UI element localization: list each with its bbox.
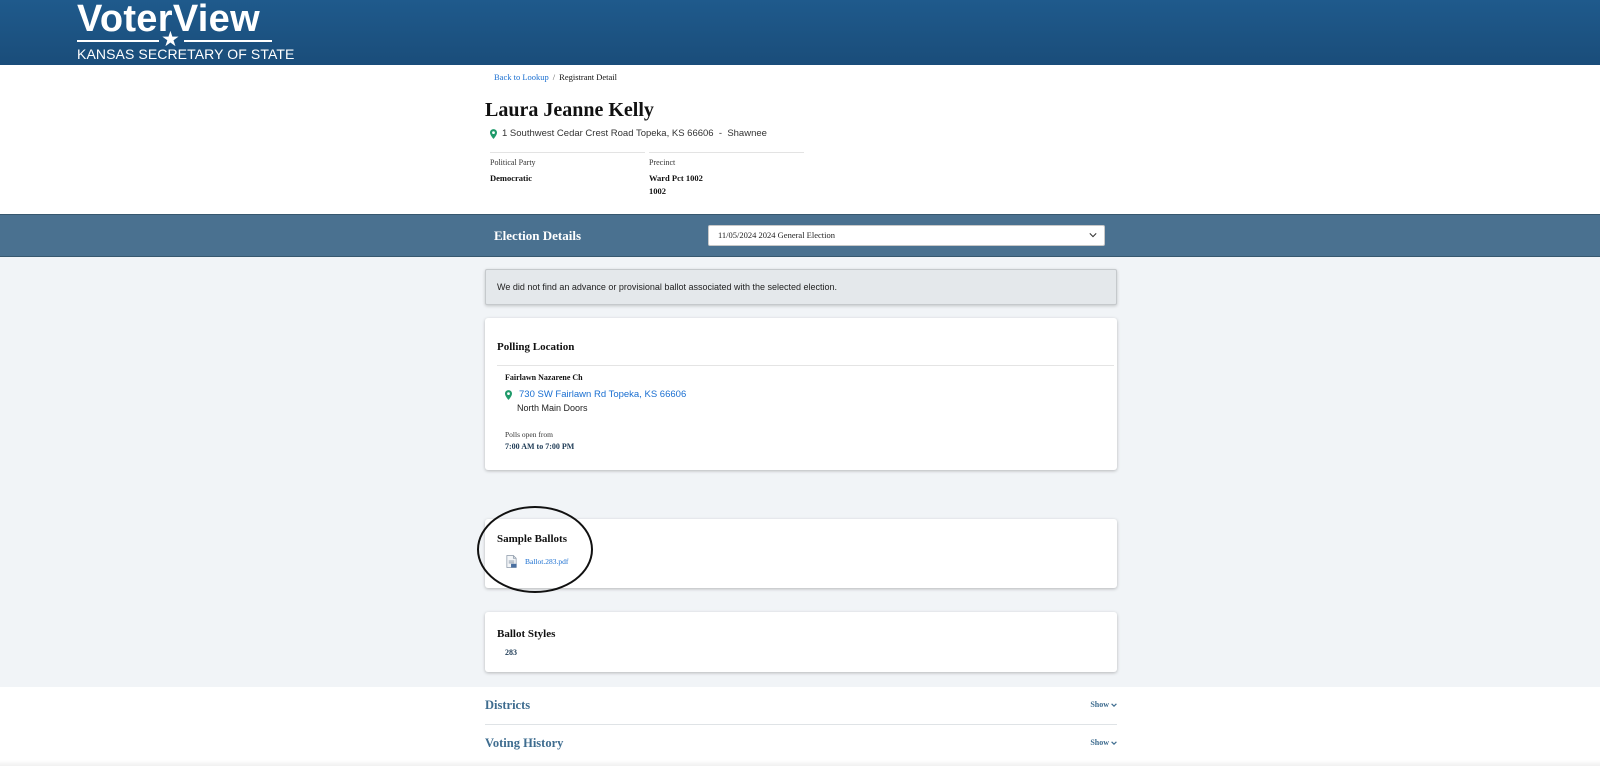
voting-history-title: Voting History bbox=[485, 736, 564, 750]
registrant-address: 1 Southwest Cedar Crest Road Topeka, KS … bbox=[490, 128, 767, 139]
election-details-bar: Election Details 11/05/2024 2024 General… bbox=[0, 214, 1600, 257]
chevron-down-icon bbox=[1111, 702, 1117, 707]
logo-subtitle: KANSAS SECRETARY OF STATE bbox=[77, 46, 295, 62]
breadcrumb-separator: / bbox=[552, 72, 556, 82]
map-pin-icon bbox=[505, 389, 512, 400]
map-pin-icon bbox=[490, 128, 497, 139]
registrant-name: Laura Jeanne Kelly bbox=[485, 99, 654, 121]
precinct-field: Precinct Ward Pct 1002 1002 bbox=[649, 152, 804, 198]
districts-title: Districts bbox=[485, 698, 531, 712]
logo-divider bbox=[77, 40, 159, 42]
polling-location-title: Polling Location bbox=[497, 341, 575, 353]
ballot-styles-card: Ballot Styles 283 bbox=[485, 612, 1117, 672]
show-label: Show bbox=[1090, 738, 1109, 747]
party-label: Political Party bbox=[490, 158, 536, 167]
polling-entrance-note: North Main Doors bbox=[517, 403, 588, 413]
voterview-logo[interactable]: VoterView ★ KANSAS SECRETARY OF STATE bbox=[77, 0, 294, 64]
sample-ballots-title: Sample Ballots bbox=[497, 533, 567, 545]
party-value: Democratic bbox=[490, 173, 533, 183]
breadcrumb: Back to Lookup / Registrant Detail bbox=[494, 72, 617, 82]
polling-address-link[interactable]: 730 SW Fairlawn Rd Topeka, KS 66606 bbox=[505, 389, 686, 400]
political-party-field: Political Party Democratic bbox=[490, 152, 645, 185]
polling-address-text: 730 SW Fairlawn Rd Topeka, KS 66606 bbox=[519, 389, 687, 400]
chevron-down-icon bbox=[1089, 233, 1097, 238]
voting-history-show-toggle[interactable]: Show bbox=[1090, 738, 1117, 747]
election-details-title: Election Details bbox=[494, 228, 582, 243]
polling-place-name: Fairlawn Nazarene Ch bbox=[505, 373, 583, 382]
ballot-style-value: 283 bbox=[505, 648, 517, 657]
divider bbox=[485, 724, 1117, 725]
divider bbox=[497, 365, 1114, 366]
breadcrumb-current: Registrant Detail bbox=[559, 72, 617, 82]
polls-open-label: Polls open from bbox=[505, 430, 553, 439]
voting-history-section[interactable]: Voting History Show bbox=[485, 728, 1117, 762]
sample-ballot-link[interactable]: Ballot.283.pdf bbox=[505, 555, 568, 568]
sample-ballots-card: Sample Ballots Ballot.283.pdf bbox=[485, 519, 1117, 588]
precinct-value: Ward Pct 1002 1002 bbox=[649, 172, 804, 198]
ballot-notice: We did not find an advance or provisiona… bbox=[485, 269, 1117, 305]
chevron-down-icon bbox=[1111, 740, 1117, 745]
back-to-lookup-link[interactable]: Back to Lookup bbox=[494, 72, 549, 82]
ballot-styles-title: Ballot Styles bbox=[497, 628, 556, 640]
logo-divider bbox=[184, 40, 272, 42]
page-bottom-shadow bbox=[0, 760, 1600, 766]
sample-ballot-filename: Ballot.283.pdf bbox=[525, 557, 569, 566]
show-label: Show bbox=[1090, 700, 1109, 709]
registrant-address-text: 1 Southwest Cedar Crest Road Topeka, KS … bbox=[502, 128, 767, 139]
precinct-line1: Ward Pct 1002 bbox=[649, 173, 703, 183]
polling-location-card: Polling Location Fairlawn Nazarene Ch 73… bbox=[485, 318, 1117, 470]
pdf-file-icon bbox=[506, 555, 517, 568]
site-header: VoterView ★ KANSAS SECRETARY OF STATE bbox=[0, 0, 1600, 65]
precinct-label: Precinct bbox=[649, 158, 676, 167]
election-select[interactable]: 11/05/2024 2024 General Election bbox=[708, 225, 1105, 246]
districts-section[interactable]: Districts Show bbox=[485, 690, 1117, 724]
precinct-line2: 1002 bbox=[649, 186, 666, 196]
polls-open-hours: 7:00 AM to 7:00 PM bbox=[505, 442, 575, 451]
election-select-value: 11/05/2024 2024 General Election bbox=[718, 230, 836, 240]
districts-show-toggle[interactable]: Show bbox=[1090, 700, 1117, 709]
